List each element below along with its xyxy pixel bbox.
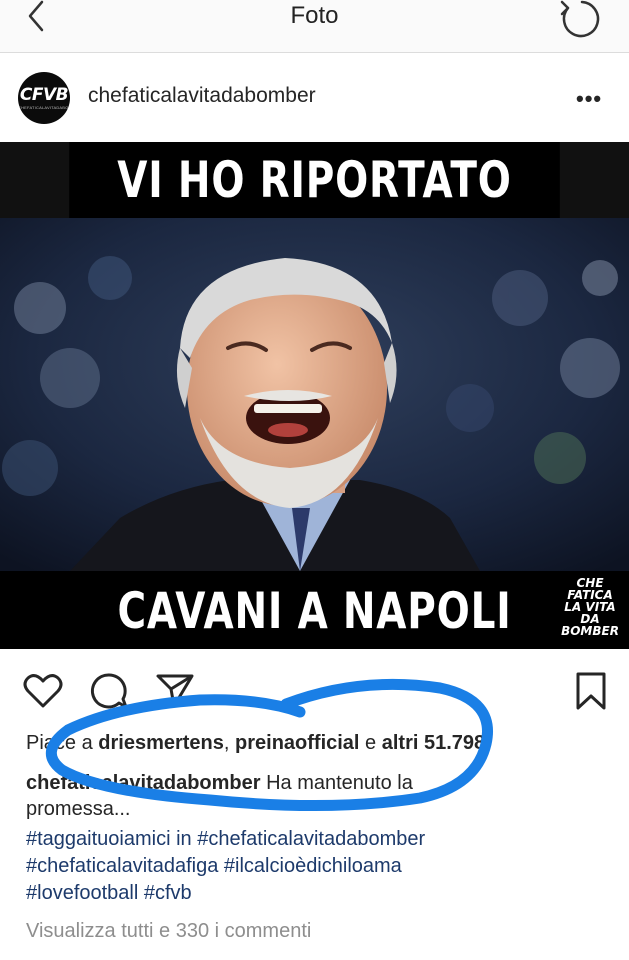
share-paper-plane-icon[interactable] bbox=[154, 670, 196, 712]
post-action-bar bbox=[0, 664, 629, 720]
hashtag-link[interactable]: #ilcalcioèdichiloama bbox=[224, 855, 402, 877]
comment-icon[interactable] bbox=[88, 670, 130, 712]
hashtag-link[interactable]: #chefaticalavitadabomber bbox=[197, 828, 425, 850]
heart-icon[interactable] bbox=[22, 670, 64, 712]
avatar-logo-subtitle: CHEFATICALAVITADABOMBER bbox=[18, 105, 70, 110]
hashtag-link[interactable]: #cfvb bbox=[144, 882, 192, 904]
meme-bottom-text: CAVANI A NAPOLI bbox=[117, 582, 512, 640]
likes-summary[interactable]: Piace a driesmertens, preinaofficial e a… bbox=[26, 732, 485, 755]
refresh-icon[interactable] bbox=[558, 0, 604, 40]
laughing-man-photo bbox=[0, 218, 629, 571]
more-options-button[interactable]: ••• bbox=[576, 86, 602, 112]
liker-link[interactable]: preinaofficial bbox=[235, 732, 359, 754]
caption-username[interactable]: chefaticalavitadabomber bbox=[26, 772, 261, 794]
view-all-comments-link[interactable]: Visualizza tutti e 330 i commenti bbox=[26, 920, 311, 943]
hashtags-block: #taggaituoiamici in #chefaticalavitadabo… bbox=[26, 828, 426, 904]
top-nav-bar: Foto bbox=[0, 0, 629, 53]
avatar-logo: CFVB bbox=[19, 85, 69, 105]
caption-text: Ha mantenuto la bbox=[260, 772, 413, 794]
likes-count-link[interactable]: altri 51.798 bbox=[382, 732, 485, 754]
post-image[interactable]: VI HO RIPORTATO CAVANI A NAPOLI CHE FATI… bbox=[0, 142, 629, 649]
caption-text-continued: promessa... bbox=[26, 798, 131, 820]
caption: chefaticalavitadabomber Ha mantenuto la bbox=[26, 772, 413, 795]
likes-prefix: Piace a bbox=[26, 732, 99, 754]
liker-link[interactable]: driesmertens bbox=[98, 732, 224, 754]
post-header: CFVB CHEFATICALAVITADABOMBER chefaticala… bbox=[0, 60, 629, 140]
post-username[interactable]: chefaticalavitadabomber bbox=[88, 84, 316, 108]
hashtag-link[interactable]: #lovefootball bbox=[26, 882, 138, 904]
meme-watermark-logo: CHE FATICA LA VITA DA BOMBER bbox=[561, 576, 619, 638]
meme-bottom-bar: CAVANI A NAPOLI CHE FATICA LA VITA DA BO… bbox=[0, 571, 629, 649]
bookmark-icon[interactable] bbox=[570, 670, 612, 712]
hashtag-link[interactable]: #chefaticalavitadafiga bbox=[26, 855, 218, 877]
hashtag-link[interactable]: #taggaituoiamici bbox=[26, 828, 171, 850]
page-title: Foto bbox=[290, 2, 339, 29]
avatar[interactable]: CFVB CHEFATICALAVITADABOMBER bbox=[18, 72, 70, 124]
meme-top-text: VI HO RIPORTATO bbox=[69, 142, 560, 218]
